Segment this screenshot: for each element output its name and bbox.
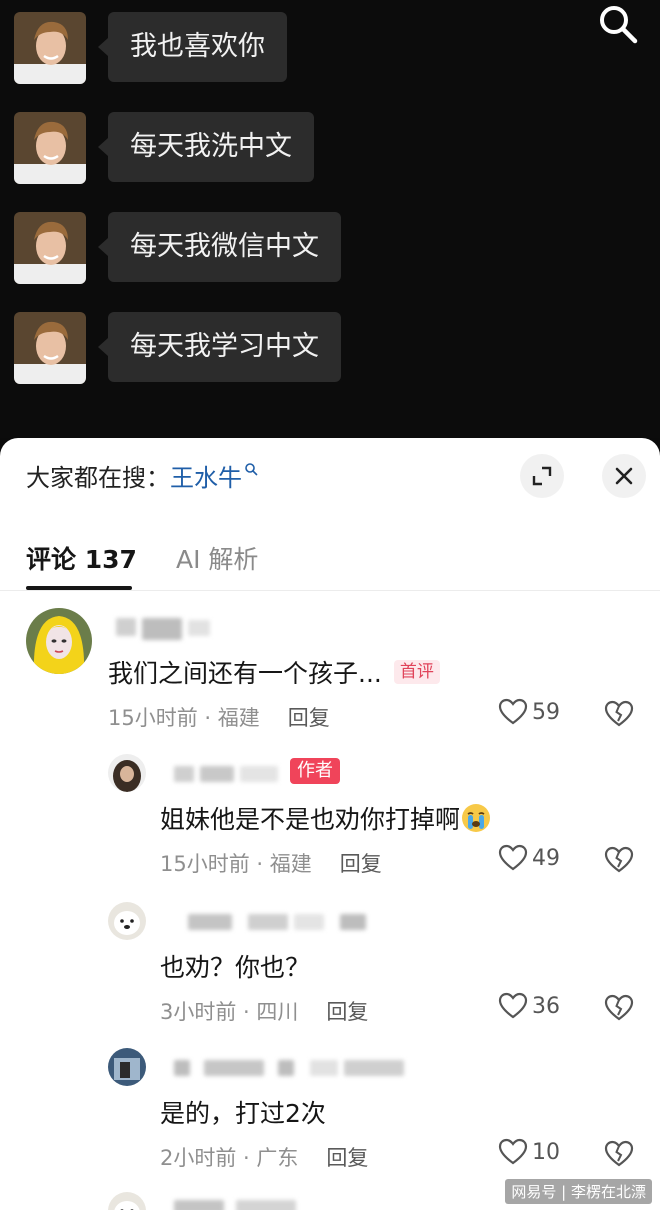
comment-location: 福建 — [217, 706, 260, 730]
video-player[interactable]: 我也喜欢你 每天我洗中文 每天我微信中文 每天我学习中文 — [0, 0, 660, 438]
like-button[interactable]: 36 — [498, 992, 560, 1020]
broken-heart-icon — [604, 994, 634, 1021]
like-count: 10 — [532, 1139, 560, 1165]
chat-message: 每天我学习中文 — [14, 312, 654, 384]
dislike-button[interactable] — [604, 994, 634, 1026]
expand-button[interactable] — [520, 454, 564, 498]
first-comment-badge: 首评 — [393, 660, 440, 684]
comment-time: 15小时前 — [108, 706, 198, 730]
comment-meta: 15小时前 · 福建 回复 — [108, 706, 330, 730]
comment-text: 我们之间还有一个孩子... 首评 — [108, 654, 440, 690]
comment-text: 姐妹他是不是也劝你打掉啊 — [160, 800, 492, 837]
close-icon — [615, 467, 633, 485]
like-button[interactable]: 59 — [498, 698, 560, 726]
heart-icon — [498, 1138, 528, 1165]
chat-message: 每天我微信中文 — [14, 212, 654, 284]
trend-label: 大家都在搜： — [26, 464, 170, 492]
author-badge: 作者 — [290, 758, 340, 784]
reply-button[interactable]: 回复 — [288, 706, 330, 730]
comment-body: 我们之间还有一个孩子... — [108, 659, 382, 688]
like-button[interactable]: 10 — [498, 1138, 560, 1166]
chat-message: 每天我洗中文 — [14, 112, 654, 184]
reply-button[interactable]: 回复 — [340, 852, 382, 876]
comment-sheet: 大家都在搜：王水牛 评论 137 AI 解析 我们之间还有一个孩子... 首评 … — [0, 438, 660, 1210]
message-bubble: 每天我微信中文 — [98, 212, 341, 282]
message-bubble: 每天我学习中文 — [98, 312, 341, 382]
avatar[interactable] — [26, 608, 92, 674]
comment-meta: 15小时前 · 福建 回复 — [160, 852, 382, 876]
broken-heart-icon — [604, 1140, 634, 1167]
message-bubble: 每天我洗中文 — [98, 112, 314, 182]
like-count: 49 — [532, 845, 560, 871]
comment-meta: 3小时前 · 四川 回复 — [160, 1000, 369, 1024]
heart-icon — [498, 844, 528, 871]
dislike-button[interactable] — [604, 846, 634, 878]
avatar — [14, 312, 86, 384]
message-bubble: 我也喜欢你 — [98, 12, 287, 82]
broken-heart-icon — [604, 700, 634, 727]
dislike-button[interactable] — [604, 1140, 634, 1172]
avatar[interactable] — [108, 902, 146, 940]
chat-message: 我也喜欢你 — [14, 12, 654, 84]
dislike-button[interactable] — [604, 700, 634, 732]
trend-keyword[interactable]: 王水牛 — [170, 464, 242, 492]
avatar[interactable] — [108, 1192, 146, 1210]
avatar[interactable] — [108, 1048, 146, 1086]
trending-search[interactable]: 大家都在搜：王水牛 — [26, 458, 258, 493]
search-icon — [245, 463, 258, 476]
comment-body: 姐妹他是不是也劝你打掉啊 — [160, 805, 461, 834]
like-count: 59 — [532, 699, 560, 725]
comment-meta: 2小时前 · 广东 回复 — [160, 1146, 369, 1170]
like-count: 36 — [532, 993, 560, 1019]
comment-location: 四川 — [256, 1000, 299, 1024]
broken-heart-icon — [604, 846, 634, 873]
comment-time: 2小时前 — [160, 1146, 237, 1170]
reply-button[interactable]: 回复 — [326, 1000, 368, 1024]
avatar — [14, 12, 86, 84]
avatar[interactable] — [108, 754, 146, 792]
comment-text: 是的，打过2次 — [160, 1099, 326, 1128]
crying-face-emoji — [462, 804, 491, 832]
heart-icon — [498, 992, 528, 1019]
like-button[interactable]: 49 — [498, 844, 560, 872]
comment-time: 15小时前 — [160, 852, 250, 876]
divider — [0, 590, 660, 591]
tab-ai-analysis[interactable]: AI 解析 — [176, 540, 258, 576]
close-button[interactable] — [602, 454, 646, 498]
avatar — [14, 112, 86, 184]
reply-button[interactable]: 回复 — [326, 1146, 368, 1170]
watermark: 网易号 | 李楞在北漂 — [505, 1179, 652, 1204]
comment-text: 也劝？你也？ — [160, 953, 311, 982]
expand-icon — [532, 466, 552, 486]
avatar — [14, 212, 86, 284]
comment-location: 广东 — [256, 1146, 299, 1170]
comment-location: 福建 — [269, 852, 312, 876]
comment-time: 3小时前 — [160, 1000, 237, 1024]
tab-comments[interactable]: 评论 137 — [26, 540, 137, 576]
heart-icon — [498, 698, 528, 725]
